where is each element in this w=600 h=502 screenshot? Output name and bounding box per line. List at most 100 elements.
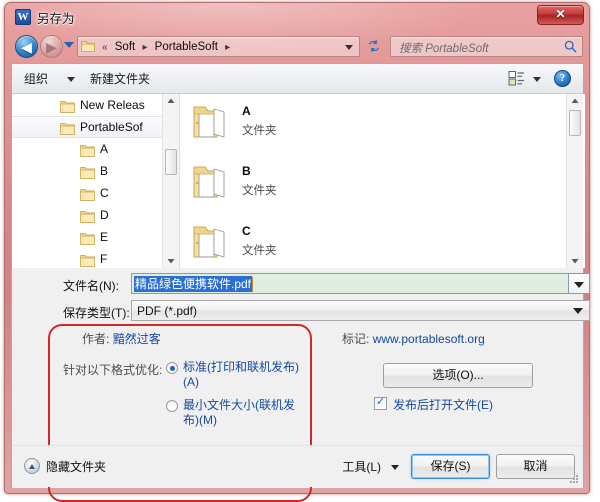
- breadcrumb-separator: ▸: [225, 42, 231, 53]
- search-placeholder: 搜索 PortableSoft: [399, 43, 489, 55]
- file-list-pane[interactable]: A 文件夹 B 文件夹 C 文件夹: [180, 94, 585, 268]
- author-value[interactable]: 黯然过客: [113, 332, 161, 346]
- file-item-name: B: [242, 164, 251, 178]
- folder-icon: [193, 166, 225, 198]
- address-bar[interactable]: « Soft ▸ PortableSoft ▸: [77, 36, 360, 57]
- folder-tree-scrollbar[interactable]: [162, 94, 179, 268]
- scrollbar-thumb[interactable]: [165, 149, 177, 175]
- save-as-dialog-window: W 另存为 ✕ ◀ ▶ « Soft ▸ PortableSoft ▸ 搜索 P…: [4, 2, 590, 502]
- tree-item-b[interactable]: B: [12, 160, 179, 182]
- organize-button[interactable]: 组织: [24, 70, 48, 87]
- window-title: 另存为: [37, 12, 75, 26]
- folder-icon: [192, 164, 232, 200]
- close-button[interactable]: ✕: [537, 5, 584, 25]
- view-layout-icon[interactable]: [508, 70, 525, 87]
- scroll-down-icon[interactable]: [163, 254, 179, 268]
- folder-icon: [193, 106, 225, 138]
- organize-chevron-down-icon[interactable]: [67, 77, 75, 82]
- tree-item-a[interactable]: A: [12, 138, 179, 160]
- breadcrumb-overflow[interactable]: «: [99, 42, 111, 53]
- chevron-down-icon: [574, 282, 584, 288]
- savetype-value: PDF (*.pdf): [137, 304, 198, 318]
- scroll-up-icon[interactable]: [567, 94, 583, 108]
- file-list-item[interactable]: A 文件夹: [192, 102, 392, 154]
- hide-folders-label: 隐藏文件夹: [46, 460, 107, 474]
- radio-optimize-minsize[interactable]: 最小文件大小(联机发布)(M): [166, 398, 303, 428]
- tree-item-e[interactable]: E: [12, 226, 179, 248]
- back-arrow-icon: ◀: [21, 39, 32, 55]
- folder-icon: [60, 98, 75, 113]
- folder-icon: [80, 142, 95, 157]
- folder-icon: [80, 211, 95, 223]
- tree-item-label: E: [100, 230, 109, 244]
- word-icon: W: [15, 9, 31, 25]
- tree-item-d[interactable]: D: [12, 204, 179, 226]
- file-list-item[interactable]: B 文件夹: [192, 162, 392, 214]
- breadcrumb-separator: ▸: [142, 42, 148, 53]
- tree-item-f[interactable]: F: [12, 248, 179, 268]
- folder-icon: [80, 252, 95, 267]
- resize-grip-icon[interactable]: [568, 473, 580, 485]
- view-chevron-down-icon[interactable]: [533, 77, 541, 82]
- tags-value[interactable]: www.portablesoft.org: [373, 332, 485, 346]
- recent-locations-chevron-down-icon[interactable]: [64, 42, 74, 48]
- file-list-scrollbar[interactable]: [566, 94, 583, 268]
- search-input[interactable]: 搜索 PortableSoft: [390, 36, 583, 57]
- author-label: 作者:: [82, 332, 110, 346]
- file-item-type: 文件夹: [242, 245, 277, 257]
- tree-item-label: New Releas: [80, 98, 145, 112]
- tags-row: 标记: www.portablesoft.org: [342, 330, 485, 347]
- save-button[interactable]: 保存(S): [411, 454, 490, 479]
- help-button[interactable]: ?: [554, 70, 571, 87]
- folder-icon: [80, 164, 95, 179]
- navigation-bar: ◀ ▶ « Soft ▸ PortableSoft ▸ 搜索 PortableS…: [5, 31, 589, 63]
- tools-chevron-down-icon[interactable]: [391, 465, 399, 470]
- filename-dropdown-button[interactable]: [569, 273, 590, 294]
- tree-item-portablesof[interactable]: PortableSof: [12, 116, 179, 138]
- savetype-select[interactable]: PDF (*.pdf): [131, 300, 590, 321]
- scroll-up-icon[interactable]: [163, 94, 179, 108]
- file-list-item[interactable]: C 文件夹: [192, 222, 392, 268]
- breadcrumb-item-soft[interactable]: Soft: [114, 41, 136, 53]
- cancel-button[interactable]: 取消: [496, 454, 575, 479]
- address-chevron-down-icon[interactable]: [345, 45, 353, 50]
- folder-icon: [80, 233, 95, 245]
- scrollbar-thumb[interactable]: [569, 110, 581, 136]
- refresh-icon[interactable]: [366, 38, 382, 54]
- tags-label: 标记:: [342, 332, 370, 346]
- forward-button[interactable]: ▶: [40, 35, 63, 58]
- filename-input[interactable]: 精品绿色便携软件.pdf: [131, 273, 569, 294]
- tree-item-new-releas[interactable]: New Releas: [12, 94, 179, 116]
- dialog-button-bar: 隐藏文件夹 工具(L) 保存(S) 取消: [12, 445, 583, 487]
- folder-icon: [80, 230, 95, 245]
- scroll-down-icon[interactable]: [567, 254, 583, 268]
- chevron-down-icon: [573, 308, 583, 314]
- folder-icon: [80, 167, 95, 179]
- folder-icon: [60, 101, 75, 113]
- radio-optimize-standard[interactable]: 标准(打印和联机发布)(A): [166, 360, 303, 390]
- folder-icon: [192, 104, 232, 140]
- folder-icon: [60, 123, 75, 135]
- folder-tree-pane[interactable]: New Releas PortableSof A B C D E F: [12, 94, 180, 268]
- explorer-toolbar: 组织 新建文件夹 ?: [12, 64, 583, 94]
- optimize-label: 针对以下格式优化:: [63, 363, 163, 377]
- close-icon: ✕: [555, 7, 566, 21]
- collapse-up-icon: [24, 458, 40, 474]
- radio-unselected-icon: [166, 400, 178, 412]
- forward-arrow-icon: ▶: [46, 39, 57, 55]
- folder-icon: [80, 255, 95, 267]
- breadcrumb-item-portablesoft[interactable]: PortableSoft: [154, 41, 219, 53]
- tree-item-label: B: [100, 164, 109, 178]
- new-folder-button[interactable]: 新建文件夹: [90, 70, 150, 87]
- folder-icon: [80, 208, 95, 223]
- tree-item-c[interactable]: C: [12, 182, 179, 204]
- search-icon: [564, 40, 577, 53]
- folder-icon: [193, 226, 225, 258]
- folder-icon: [192, 224, 232, 260]
- tools-button[interactable]: 工具(L): [342, 458, 381, 475]
- title-bar: W 另存为 ✕: [5, 3, 589, 31]
- back-button[interactable]: ◀: [15, 35, 38, 58]
- options-button[interactable]: 选项(O)...: [383, 363, 533, 388]
- filename-value: 精品绿色便携软件.pdf: [134, 276, 253, 292]
- file-item-name: C: [242, 224, 251, 238]
